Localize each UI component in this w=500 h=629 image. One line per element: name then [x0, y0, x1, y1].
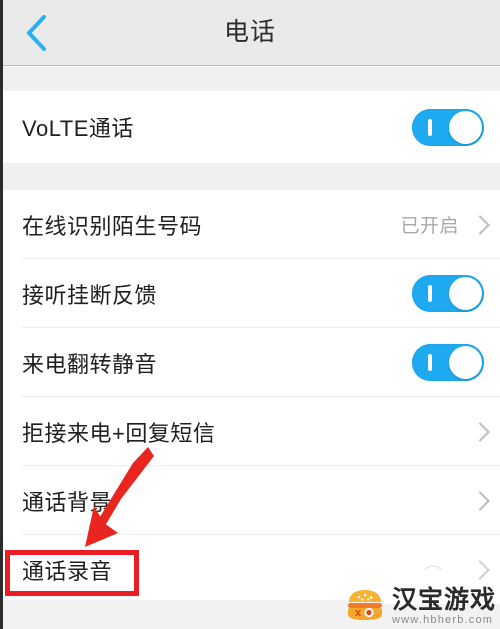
watermark: x 汉宝游戏 www.hbherb.com	[345, 587, 496, 627]
svg-text:x: x	[355, 607, 362, 619]
row-volte[interactable]: VoLTE通话	[3, 91, 500, 163]
row-label: 来电翻转静音	[22, 351, 158, 377]
red-highlight-box	[5, 550, 139, 596]
settings-list: VoLTE通话 在线识别陌生号码 已开启 接听挂断反馈 来电翻转静音 拒接来电+…	[3, 67, 500, 629]
left-edge-rail	[0, 0, 3, 629]
row-label: 通话背景	[22, 489, 113, 515]
page-title: 电话	[223, 18, 276, 46]
group-volte: VoLTE通话	[3, 91, 500, 163]
toggle-on-bar	[428, 118, 432, 136]
volte-toggle[interactable]	[412, 108, 484, 146]
chevron-right-icon	[473, 422, 484, 442]
row-control: 已开启	[400, 211, 500, 238]
watermark-url: www.hbherb.com	[391, 614, 494, 626]
row-label: 接听挂断反馈	[22, 282, 158, 308]
phone-settings-screen: 电话 VoLTE通话 在线识别陌生号码 已开启 接听挂断反馈 来电翻转静音 拒接…	[0, 0, 500, 629]
answer-hangup-feedback-toggle[interactable]	[412, 275, 484, 312]
flip-to-mute-toggle[interactable]	[412, 344, 484, 381]
group-spacer-top	[3, 67, 500, 91]
row-control	[473, 422, 500, 442]
row-value: 已开启	[400, 216, 459, 237]
row-online-id[interactable]: 在线识别陌生号码 已开启	[3, 190, 500, 259]
watermark-title: 汉宝游戏	[391, 586, 496, 614]
row-label: VoLTE通话	[22, 116, 134, 141]
row-call-background[interactable]: 通话背景	[3, 466, 500, 535]
partial-glyph: ⌒	[424, 565, 442, 585]
group-spacer-middle	[3, 163, 500, 190]
row-flip-to-mute[interactable]: 来电翻转静音	[3, 328, 500, 397]
chevron-right-icon	[473, 491, 484, 511]
row-control	[473, 560, 500, 580]
row-control	[412, 344, 500, 381]
row-label: 拒接来电+回复短信	[22, 420, 216, 446]
toggle-on-bar	[428, 354, 432, 371]
chevron-right-icon	[473, 215, 484, 235]
row-reject-reply-sms[interactable]: 拒接来电+回复短信	[3, 397, 500, 466]
group-call-settings: 在线识别陌生号码 已开启 接听挂断反馈 来电翻转静音 拒接来电+回复短信 通话背…	[3, 190, 500, 604]
bottom-strip	[3, 600, 383, 629]
row-control	[473, 491, 500, 511]
toggle-knob	[449, 110, 482, 144]
toggle-knob	[449, 346, 482, 379]
row-label: 在线识别陌生号码	[22, 213, 203, 239]
chevron-right-icon	[473, 560, 484, 580]
toggle-on-bar	[428, 285, 432, 302]
row-answer-hangup-feedback[interactable]: 接听挂断反馈	[3, 259, 500, 328]
toggle-knob	[449, 277, 482, 310]
row-control	[412, 108, 500, 146]
row-control	[412, 275, 500, 312]
watermark-text: 汉宝游戏 www.hbherb.com	[392, 587, 496, 627]
burger-logo-icon: x	[347, 590, 382, 620]
app-header: 电话	[0, 0, 500, 66]
